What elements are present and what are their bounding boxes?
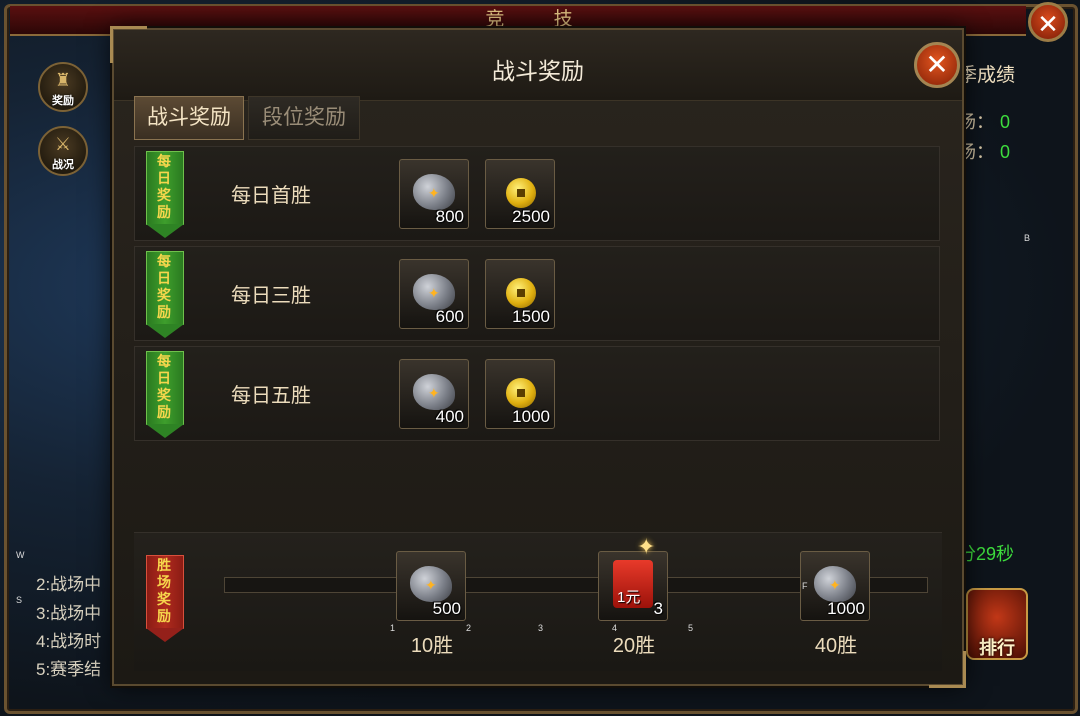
season-timer: 分29秒 <box>958 544 1015 564</box>
reward-row: 每日奖励 每日首胜 ✦ 800 2500 <box>134 146 940 241</box>
debug-mark: S <box>16 595 23 605</box>
rule-line: 2:战场中 <box>36 575 102 594</box>
gold-coin-icon <box>506 378 536 408</box>
item-count: 2500 <box>512 207 550 226</box>
sparkle-icon: ✦ <box>637 534 656 559</box>
tab-rank-rewards[interactable]: 段位奖励 <box>248 96 360 140</box>
red-envelope-icon: 1元 <box>613 560 653 608</box>
item-count: 1000 <box>827 599 865 618</box>
reward-row-label: 每日首胜 <box>231 185 311 207</box>
battle-status-side-button[interactable]: ⚔ 战况 <box>38 126 88 176</box>
milestone-label: 40胜 <box>814 635 858 657</box>
rule-line: 4:战场时 <box>36 632 102 651</box>
item-count: 500 <box>432 599 461 618</box>
gold-reward-slot[interactable]: 2500 <box>485 159 555 229</box>
reward-row-label: 每日三胜 <box>231 285 311 307</box>
debug-mark: 2 <box>466 623 472 633</box>
milestone-label: 20胜 <box>612 635 656 657</box>
debug-mark: F <box>802 581 808 591</box>
win-reward-banner: 胜场奖励 <box>146 555 184 642</box>
win-milestone-panel: 胜场奖励 ✦ 500 10胜 1元 3 ✦ 20胜 ✦ 1000 40胜 1 2… <box>134 532 942 671</box>
dialog-title: 战斗奖励 <box>492 58 584 84</box>
item-count: 3 <box>653 599 663 618</box>
reward-icon: ♜ <box>54 70 72 90</box>
debug-mark: B <box>1024 233 1031 243</box>
season-stat-value: 0 <box>1000 112 1011 132</box>
milestone-red-envelope-slot[interactable]: 1元 3 ✦ <box>598 534 668 621</box>
season-results-title: 季成绩 <box>958 65 1016 86</box>
ore-reward-slot[interactable]: ✦ 600 <box>399 259 469 329</box>
battle-rewards-dialog: 战斗奖励 ✕ 战斗奖励 段位奖励 每日奖励 每日首胜 ✦ 800 2500 每日… <box>110 26 966 688</box>
reward-side-button[interactable]: ♜ 奖励 <box>38 62 88 112</box>
arena-close-button[interactable]: ✕ <box>1028 2 1068 42</box>
crossed-swords-icon: ⚔ <box>54 134 72 154</box>
ore-reward-slot[interactable]: ✦ 800 <box>399 159 469 229</box>
arena-title: 竞 技 <box>485 9 595 30</box>
gold-reward-slot[interactable]: 1000 <box>485 359 555 429</box>
daily-reward-banner: 每日奖励 <box>146 351 184 438</box>
reward-list: 每日奖励 每日首胜 ✦ 800 2500 每日奖励 每日三胜 ✦ 600 150… <box>134 146 942 446</box>
ranking-button[interactable]: 排行 <box>966 588 1028 660</box>
dialog-close-button[interactable]: ✕ <box>914 42 960 88</box>
item-count: 800 <box>435 207 464 226</box>
rule-line: 5:赛季结 <box>36 660 102 679</box>
item-count: 400 <box>435 407 464 426</box>
battle-status-side-label: 战况 <box>52 159 74 171</box>
gold-coin-icon <box>506 278 536 308</box>
debug-mark: 3 <box>538 623 544 633</box>
milestone-ore-slot[interactable]: ✦ 1000 <box>800 551 870 621</box>
season-stat-row: 场： 0 <box>958 108 1010 134</box>
reward-row: 每日奖励 每日三胜 ✦ 600 1500 <box>134 246 940 341</box>
milestone-label: 10胜 <box>410 635 454 657</box>
reward-row-label: 每日五胜 <box>231 385 311 407</box>
debug-mark: W <box>16 550 25 560</box>
season-stat-row: 场： 0 <box>958 138 1010 164</box>
daily-reward-banner: 每日奖励 <box>146 251 184 338</box>
item-count: 1500 <box>512 307 550 326</box>
season-stat-value: 0 <box>1000 142 1011 162</box>
reward-side-label: 奖励 <box>52 95 74 107</box>
debug-mark: 4 <box>612 623 618 633</box>
ore-reward-slot[interactable]: ✦ 400 <box>399 359 469 429</box>
gold-reward-slot[interactable]: 1500 <box>485 259 555 329</box>
daily-reward-banner: 每日奖励 <box>146 151 184 238</box>
item-count: 600 <box>435 307 464 326</box>
gold-coin-icon <box>506 178 536 208</box>
debug-mark: 5 <box>688 623 694 633</box>
tab-battle-rewards[interactable]: 战斗奖励 <box>134 96 244 140</box>
rule-line: 3:战场中 <box>36 604 102 623</box>
debug-mark: 1 <box>390 623 396 633</box>
ranking-button-label: 排行 <box>979 638 1015 658</box>
reward-row: 每日奖励 每日五胜 ✦ 400 1000 <box>134 346 940 441</box>
item-count: 1000 <box>512 407 550 426</box>
milestone-ore-slot[interactable]: ✦ 500 <box>396 551 466 621</box>
